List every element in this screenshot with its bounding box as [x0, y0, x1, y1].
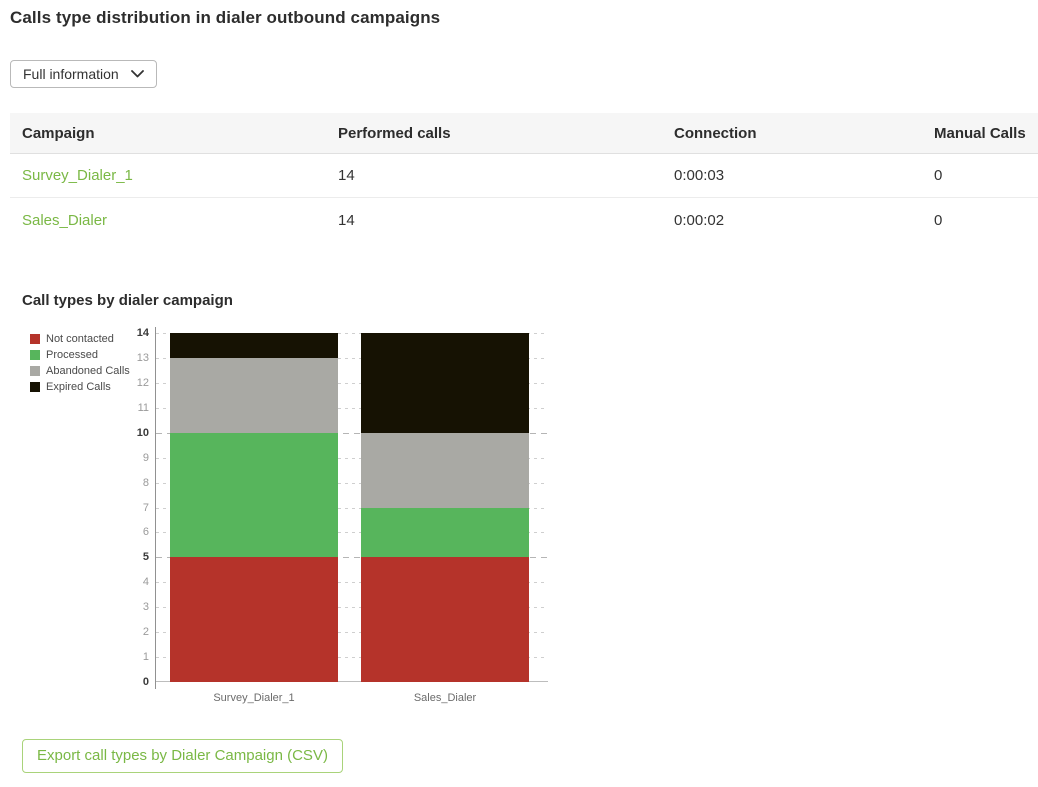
bar-segment-expired-calls[interactable]	[361, 333, 529, 433]
legend-label: Processed	[46, 349, 98, 361]
table-row: Survey_Dialer_1 14 0:00:03 0	[10, 154, 1038, 198]
y-tick-label: 2	[142, 626, 149, 639]
chart-plot	[155, 327, 548, 689]
report-page: Calls type distribution in dialer outbou…	[0, 0, 1038, 787]
legend-label: Abandoned Calls	[46, 365, 130, 377]
legend-swatch	[30, 366, 40, 376]
bar-segment-abandoned-calls[interactable]	[361, 432, 529, 508]
legend-item: Abandoned Calls	[30, 365, 130, 377]
stacked-bar-Sales_Dialer	[361, 333, 529, 682]
campaign-link[interactable]: Survey_Dialer_1	[22, 167, 133, 184]
legend-swatch	[30, 382, 40, 392]
y-tick-label: 7	[142, 501, 149, 514]
table-row: Sales_Dialer 14 0:00:02 0	[10, 198, 1038, 242]
campaigns-table: Campaign Performed calls Connection Manu…	[10, 113, 1038, 242]
y-tick-label: 6	[142, 526, 149, 539]
connection-value: 0:00:02	[674, 211, 725, 229]
x-tick-label: Survey_Dialer_1	[213, 692, 295, 704]
column-header-manual-calls: Manual Calls	[934, 124, 1026, 142]
column-header-connection: Connection	[674, 124, 757, 142]
export-csv-button[interactable]: Export call types by Dialer Campaign (CS…	[22, 739, 343, 773]
y-tick-label: 13	[136, 351, 149, 364]
page-title: Calls type distribution in dialer outbou…	[10, 8, 441, 27]
legend-label: Expired Calls	[46, 381, 111, 393]
y-tick-label: 8	[142, 476, 149, 489]
bar-segment-processed[interactable]	[170, 432, 338, 558]
connection-value: 0:00:03	[674, 167, 725, 184]
legend-item: Processed	[30, 349, 130, 361]
y-tick-label: 14	[136, 327, 149, 339]
legend-item: Expired Calls	[30, 381, 130, 393]
bar-segment-processed[interactable]	[361, 507, 529, 558]
x-tick-label: Sales_Dialer	[413, 692, 477, 704]
campaigns-table-header: Campaign Performed calls Connection Manu…	[10, 113, 1038, 154]
campaign-link[interactable]: Sales_Dialer	[22, 212, 107, 229]
info-mode-select-value: Full information	[23, 66, 119, 82]
bar-segment-not-contacted[interactable]	[170, 557, 338, 682]
column-header-performed-calls: Performed calls	[338, 124, 451, 142]
legend-swatch	[30, 350, 40, 360]
call-types-chart: Not contacted Processed Abandoned Calls Exp…	[0, 325, 1038, 715]
bar-segment-abandoned-calls[interactable]	[170, 357, 338, 433]
performed-calls-value: 14	[338, 211, 355, 229]
y-tick-label: 3	[142, 601, 149, 614]
chart-section-title: Call types by dialer campaign	[22, 292, 233, 309]
manual-calls-value: 0	[934, 167, 943, 184]
manual-calls-value: 0	[934, 211, 943, 229]
y-tick-label: 1	[142, 651, 149, 664]
column-header-campaign: Campaign	[22, 124, 95, 142]
chevron-down-icon	[130, 70, 144, 78]
y-tick-label: 0	[142, 676, 149, 688]
y-tick-label: 11	[137, 401, 149, 414]
stacked-bar-Survey_Dialer_1	[170, 333, 338, 682]
bar-segment-not-contacted[interactable]	[361, 557, 529, 682]
info-mode-select[interactable]: Full information	[10, 60, 157, 88]
y-tick-label: 9	[142, 451, 149, 464]
y-tick-label: 12	[136, 376, 149, 389]
legend-label: Not contacted	[46, 333, 114, 345]
y-tick-label: 5	[142, 551, 149, 564]
performed-calls-value: 14	[338, 167, 355, 184]
chart-legend: Not contacted Processed Abandoned Calls Exp…	[30, 333, 130, 397]
y-tick-label: 10	[136, 426, 149, 439]
legend-swatch	[30, 334, 40, 344]
legend-item: Not contacted	[30, 333, 130, 345]
y-tick-label: 4	[142, 576, 149, 589]
bar-segment-expired-calls[interactable]	[170, 333, 338, 358]
